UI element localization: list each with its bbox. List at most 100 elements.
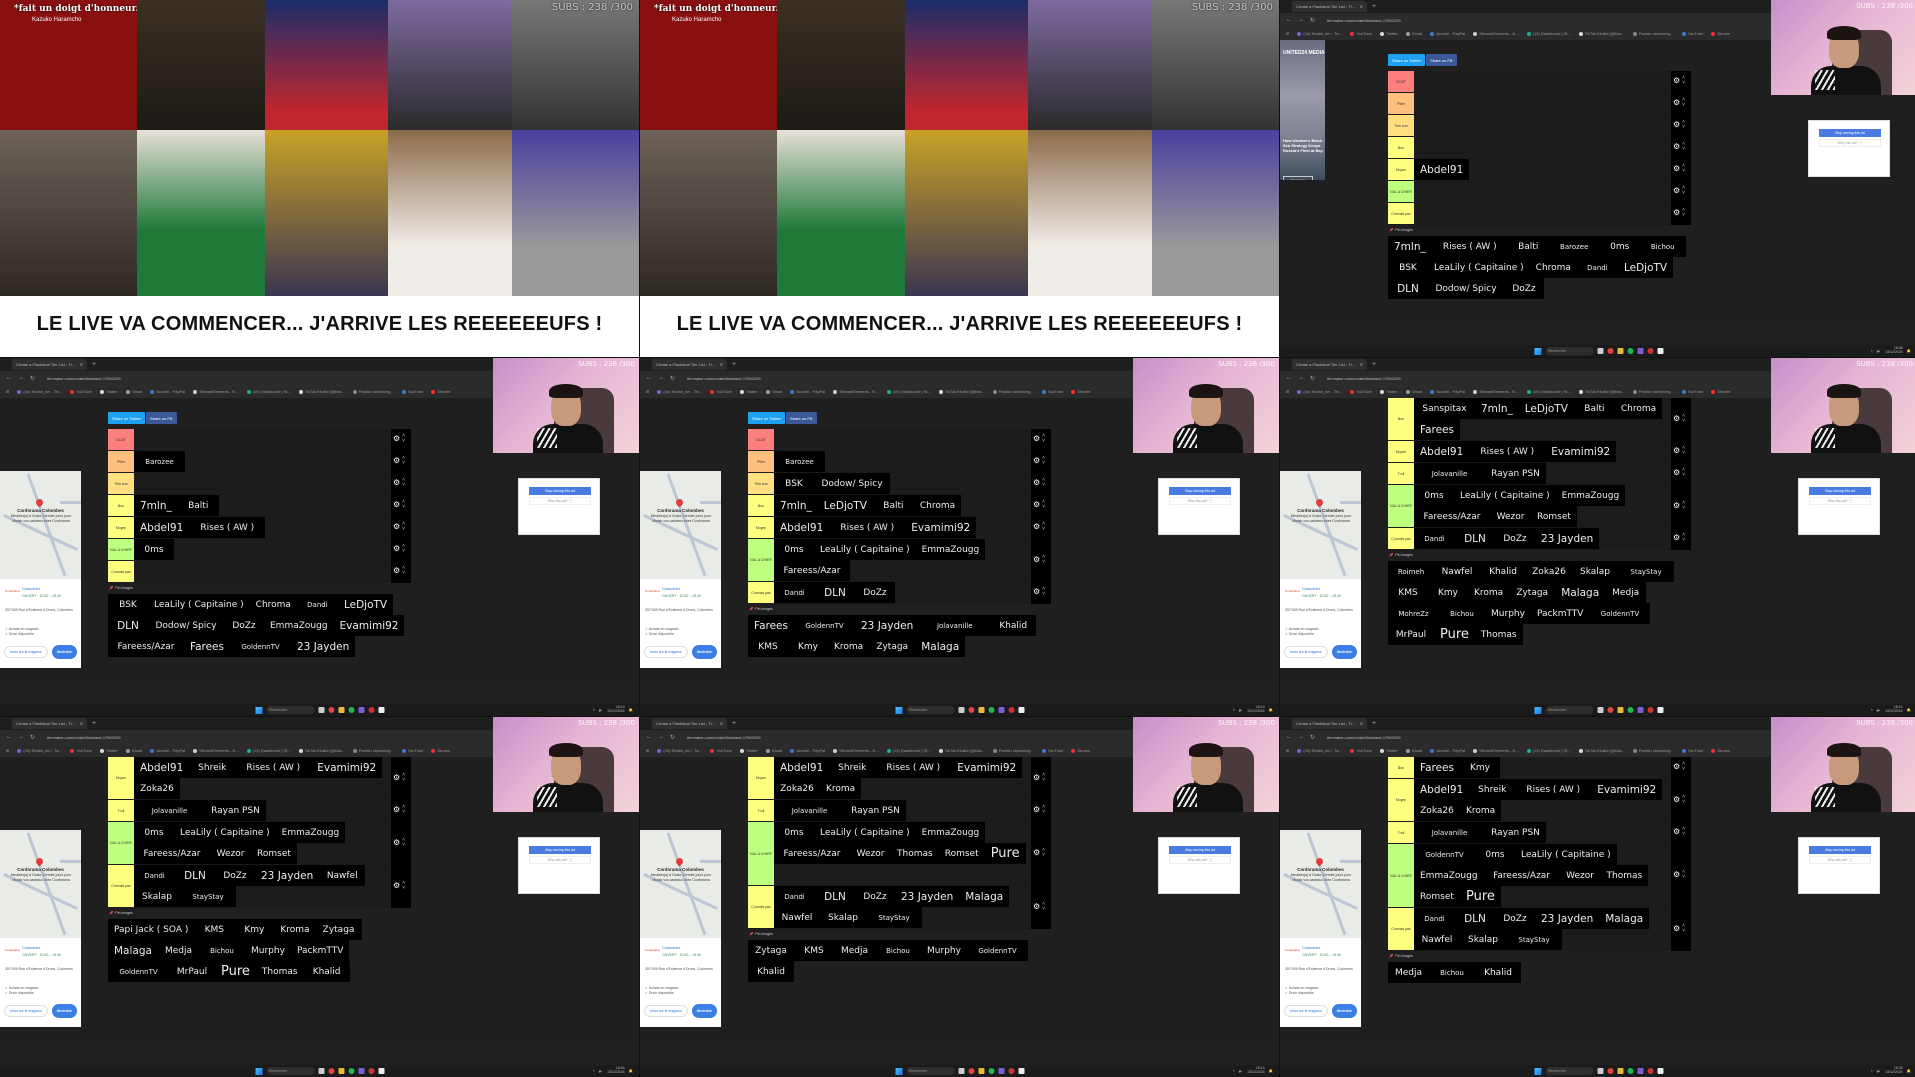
- file-explorer-icon[interactable]: [978, 707, 984, 713]
- discord-icon[interactable]: [998, 707, 1004, 713]
- chrome-icon[interactable]: [328, 1068, 334, 1074]
- chevron-down-icon[interactable]: ˅: [1042, 906, 1045, 912]
- tier-item[interactable]: DLN: [1455, 908, 1495, 929]
- bookmark-item[interactable]: TikTok Khalid (@kha...: [298, 748, 345, 753]
- tier-items[interactable]: [774, 429, 1031, 450]
- pool-item[interactable]: Chroma: [1529, 257, 1577, 278]
- why-this-ad-button[interactable]: Why this ad? ⓘ: [529, 856, 591, 864]
- tray-chevron-icon[interactable]: ˄: [593, 708, 595, 712]
- tier-items[interactable]: Jolavanille Rayan PSN: [774, 800, 1031, 821]
- notepad-icon[interactable]: [378, 1068, 384, 1074]
- obs-icon[interactable]: [1647, 348, 1653, 354]
- windows-start-icon[interactable]: [255, 1067, 262, 1075]
- tier-items[interactable]: Jolavanille Rayan PSN: [134, 800, 391, 821]
- why-this-ad-button[interactable]: Why this ad? ⓘ: [1809, 497, 1871, 505]
- notification-icon[interactable]: 🔔: [629, 708, 633, 712]
- store-map-ad[interactable]: Conforama Colombes Meubles(s) à Gosto. De…: [0, 830, 81, 1027]
- pool-item[interactable]: MrPaul: [1388, 624, 1434, 645]
- reload-icon[interactable]: ↻: [1310, 734, 1315, 741]
- tier-item[interactable]: StayStay: [180, 886, 236, 907]
- tier-item[interactable]: EmmaZougg: [1414, 865, 1484, 886]
- tier-item[interactable]: Wezor: [210, 843, 251, 864]
- chevron-down-icon[interactable]: ˅: [1682, 538, 1685, 543]
- tier-item[interactable]: Pure: [984, 843, 1026, 864]
- tier-items[interactable]: 0ms LeaLily ( Capitaine ) EmmaZougg Fareess…: [1414, 485, 1671, 527]
- discord-icon[interactable]: [358, 707, 364, 713]
- url-field[interactable]: tiermaker.com/create/flashland-17592299: [1327, 376, 1401, 381]
- volume-icon[interactable]: 🔈: [1877, 708, 1881, 712]
- tier-items[interactable]: [1414, 137, 1671, 158]
- bookmark-item[interactable]: (16) Khalid_rim - Tw...: [1297, 389, 1342, 394]
- chevron-down-icon[interactable]: ˅: [402, 842, 405, 848]
- tier-item[interactable]: Barozee: [134, 451, 185, 472]
- pool-item[interactable]: Kroma: [828, 636, 870, 657]
- bookmark-item[interactable]: Stream: [431, 748, 450, 753]
- volume-icon[interactable]: 🔈: [1877, 1069, 1881, 1073]
- notepad-icon[interactable]: [1018, 1068, 1024, 1074]
- tier-item[interactable]: DoZz: [855, 582, 895, 603]
- pool-item[interactable]: DoZz: [224, 615, 264, 636]
- gear-icon[interactable]: ⚙: [1673, 187, 1680, 195]
- chevron-down-icon[interactable]: ˅: [1682, 213, 1685, 218]
- tier-item[interactable]: Rayan PSN: [1485, 822, 1546, 843]
- windows-start-icon[interactable]: [1534, 347, 1541, 355]
- bookmark-item[interactable]: YouTube: [1350, 389, 1372, 394]
- gear-icon[interactable]: ⚙: [393, 773, 400, 782]
- tier-item[interactable]: Evamimi92: [905, 517, 977, 538]
- tier-label[interactable]: Troll: [1388, 822, 1414, 843]
- read-more-button[interactable]: Read more: [1283, 176, 1313, 180]
- bookmark-item[interactable]: TikTok Khalid (@kha...: [938, 389, 985, 394]
- tier-item[interactable]: Rises ( AW ): [829, 517, 906, 538]
- file-explorer-icon[interactable]: [338, 707, 344, 713]
- discord-icon[interactable]: [1637, 1068, 1643, 1074]
- tier-item[interactable]: Fareess/Azar: [774, 843, 850, 864]
- tier-items[interactable]: Abdel91 Rises ( AW ) Evamimi92: [1414, 441, 1671, 462]
- tier-item[interactable]: Jolavanille: [1414, 822, 1485, 843]
- tier-item[interactable]: LeaLily ( Capitaine ): [1454, 485, 1556, 506]
- tier-item[interactable]: LeaLily ( Capitaine ): [1515, 844, 1617, 865]
- tier-items[interactable]: Dandi DLN DoZz 23 Jayden Nawfel Skalap StaySta…: [134, 865, 391, 907]
- apps-grid-icon[interactable]: ⊞: [1286, 389, 1289, 394]
- spotify-icon[interactable]: [988, 1068, 994, 1074]
- gear-icon[interactable]: ⚙: [1673, 143, 1680, 151]
- bookmark-item[interactable]: YouTube: [1041, 748, 1063, 753]
- new-tab-button[interactable]: +: [92, 720, 96, 727]
- tier-items[interactable]: Abdel91: [1414, 159, 1671, 180]
- back-icon[interactable]: ←: [6, 734, 12, 740]
- bookmark-item[interactable]: (19) Dashboard | St...: [246, 389, 291, 394]
- bookmark-item[interactable]: Stream: [1711, 748, 1730, 753]
- pool-item[interactable]: Roimeh: [1388, 561, 1434, 582]
- tier-item[interactable]: 0ms: [774, 539, 814, 560]
- route-button[interactable]: Itinéraire: [52, 1004, 77, 1018]
- url-field[interactable]: tiermaker.com/create/flashland-17592299: [687, 735, 761, 740]
- stop-seeing-ad-button[interactable]: Stop seeing this ad: [529, 487, 591, 495]
- pool-item[interactable]: Pure: [215, 961, 256, 982]
- bookmark-item[interactable]: (19) Dashboard | St...: [886, 748, 931, 753]
- bookmark-item[interactable]: TikTok Khalid (@kha...: [938, 748, 985, 753]
- notepad-icon[interactable]: [1657, 1068, 1663, 1074]
- tier-items[interactable]: [1414, 203, 1671, 224]
- gear-icon[interactable]: ⚙: [393, 501, 400, 509]
- obs-icon[interactable]: [1008, 707, 1014, 713]
- store-name[interactable]: Colombes: [662, 586, 680, 591]
- bookmark-item[interactable]: Gmail: [765, 389, 782, 394]
- tier-items[interactable]: [1414, 93, 1671, 114]
- bookmark-item[interactable]: (19) Dashboard | St...: [246, 748, 291, 753]
- tier-item[interactable]: Romset: [1414, 886, 1460, 907]
- tier-item[interactable]: Rayan PSN: [845, 800, 906, 821]
- gear-icon[interactable]: ⚙: [1033, 457, 1040, 465]
- pool-item[interactable]: Bichou: [875, 940, 921, 961]
- tier-items[interactable]: Jolavanille Rayan PSN: [1414, 822, 1671, 843]
- pool-item[interactable]: Rises ( AW ): [1431, 236, 1508, 257]
- bookmark-item[interactable]: StreamElements - N...: [193, 389, 239, 394]
- tier-item[interactable]: StayStay: [1506, 929, 1562, 950]
- browser-tab[interactable]: Create a Flashland Tier List - Ti... ✕: [652, 718, 727, 729]
- chevron-down-icon[interactable]: ˅: [402, 810, 405, 815]
- tier-items[interactable]: Abdel91 Shreik Rises ( AW ) Evamimi92 Zoka26…: [774, 757, 1031, 799]
- pool-item[interactable]: Medja: [1388, 962, 1429, 983]
- bookmark-item[interactable]: Gmail: [1405, 748, 1422, 753]
- pin-images-toggle[interactable]: 📌 Pin Images: [1389, 954, 1413, 958]
- tier-item[interactable]: Abdel91: [774, 517, 830, 538]
- volume-icon[interactable]: 🔈: [599, 1069, 603, 1073]
- browser-tab[interactable]: Create a Flashland Tier List - Ti... ✕: [1292, 718, 1367, 729]
